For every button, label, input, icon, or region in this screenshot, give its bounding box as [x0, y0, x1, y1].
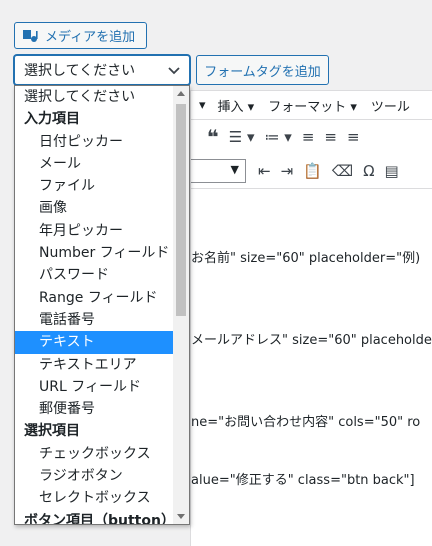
code-line: ne="お問い合わせ内容" cols="50" ro	[191, 415, 421, 430]
dropdown-option[interactable]: ラジオボタン	[15, 465, 189, 487]
dropdown-option[interactable]: 郵便番号	[15, 398, 189, 420]
select-value: 選択してください	[24, 63, 136, 79]
dropdown-options: 選択してください入力項目日付ピッカー メール ファイル 画像 年月ピッカー Number …	[15, 86, 189, 525]
code-line: お名前" size="60" placeholder="例)	[191, 251, 421, 266]
align-right-icon[interactable]: ≡	[347, 128, 360, 146]
chevron-down-icon	[168, 64, 180, 80]
dropdown-group-label: ボタン項目（button）	[24, 512, 175, 525]
scroll-down-icon[interactable]	[177, 514, 185, 519]
dropdown-scrollbar[interactable]	[173, 86, 189, 524]
dropdown-option[interactable]: 日付ピッカー	[15, 131, 189, 153]
special-char-icon[interactable]: Ω	[363, 162, 374, 180]
select-dropdown-list[interactable]: 選択してください入力項目日付ピッカー メール ファイル 画像 年月ピッカー Number …	[14, 85, 190, 525]
dropdown-option[interactable]: チェックボックス	[15, 443, 189, 465]
dropdown-option[interactable]: ファイル	[15, 175, 189, 197]
editor-toolbar-1: ❝ ☰ ▾ ≔ ▾ ≡ ≡ ≡	[191, 120, 432, 154]
paste-text-icon[interactable]: 📋	[303, 162, 322, 180]
menu-format[interactable]: フォーマット ▾	[268, 96, 357, 115]
scroll-thumb[interactable]	[176, 104, 186, 316]
media-icon	[23, 29, 39, 43]
editor-area[interactable]: ▾ 挿入 ▾ フォーマット ▾ ツール ❝ ☰ ▾ ≔ ▾ ≡ ≡ ≡ ▼ ⇤ …	[190, 90, 432, 546]
dropdown-group-label: 入力項目	[24, 111, 80, 128]
editor-menubar: ▾ 挿入 ▾ フォーマット ▾ ツール	[191, 91, 432, 120]
clear-format-icon[interactable]: ⌫	[332, 162, 353, 180]
menu-partial[interactable]: ▾	[199, 98, 206, 113]
dropdown-option[interactable]: 選択してください	[15, 86, 189, 108]
numbered-list-icon[interactable]: ≔ ▾	[265, 128, 292, 146]
form-field-select[interactable]: 選択してください	[14, 55, 190, 85]
align-center-icon[interactable]: ≡	[324, 128, 337, 146]
dropdown-option[interactable]: パスワード	[15, 264, 189, 286]
scroll-up-icon[interactable]	[177, 91, 185, 96]
bullet-list-icon[interactable]: ☰ ▾	[229, 128, 255, 146]
dropdown-option[interactable]: テキストエリア	[15, 354, 189, 376]
dropdown-option[interactable]: 画像	[15, 197, 189, 219]
code-line: alue="修正する" class="btn back"]	[191, 473, 415, 488]
dropdown-option[interactable]: セレクトボックス	[15, 487, 189, 509]
add-media-button[interactable]: メディアを追加	[14, 22, 147, 49]
outdent-icon[interactable]: ⇤	[258, 162, 271, 180]
editor-toolbar-2: ▼ ⇤ ⇥ 📋 ⌫ Ω ▤	[191, 154, 432, 189]
code-line: メールアドレス" size="60" placeholde	[191, 333, 432, 348]
add-form-tag-label: フォームタグを追加	[204, 64, 321, 80]
blockquote-icon[interactable]: ❝	[207, 125, 219, 149]
chevron-down-icon: ▼	[230, 163, 239, 176]
more-icon[interactable]: ▤	[385, 162, 399, 180]
dropdown-option[interactable]: Range フィールド	[15, 287, 189, 309]
indent-icon[interactable]: ⇥	[281, 162, 294, 180]
dropdown-option[interactable]: URL フィールド	[15, 376, 189, 398]
dropdown-option[interactable]: Number フィールド	[15, 242, 189, 264]
menu-tools[interactable]: ツール	[371, 96, 410, 115]
add-media-label: メディアを追加	[45, 30, 136, 45]
add-form-tag-button[interactable]: フォームタグを追加	[196, 55, 329, 85]
dropdown-option[interactable]: テキスト	[15, 331, 189, 354]
dropdown-group-label: 選択項目	[24, 423, 80, 440]
paragraph-select[interactable]: ▼	[191, 159, 246, 183]
dropdown-option[interactable]: メール	[15, 153, 189, 175]
dropdown-option[interactable]: 年月ピッカー	[15, 220, 189, 242]
menu-insert[interactable]: 挿入 ▾	[218, 96, 255, 115]
align-left-icon[interactable]: ≡	[302, 128, 315, 146]
dropdown-option[interactable]: 電話番号	[15, 309, 189, 331]
